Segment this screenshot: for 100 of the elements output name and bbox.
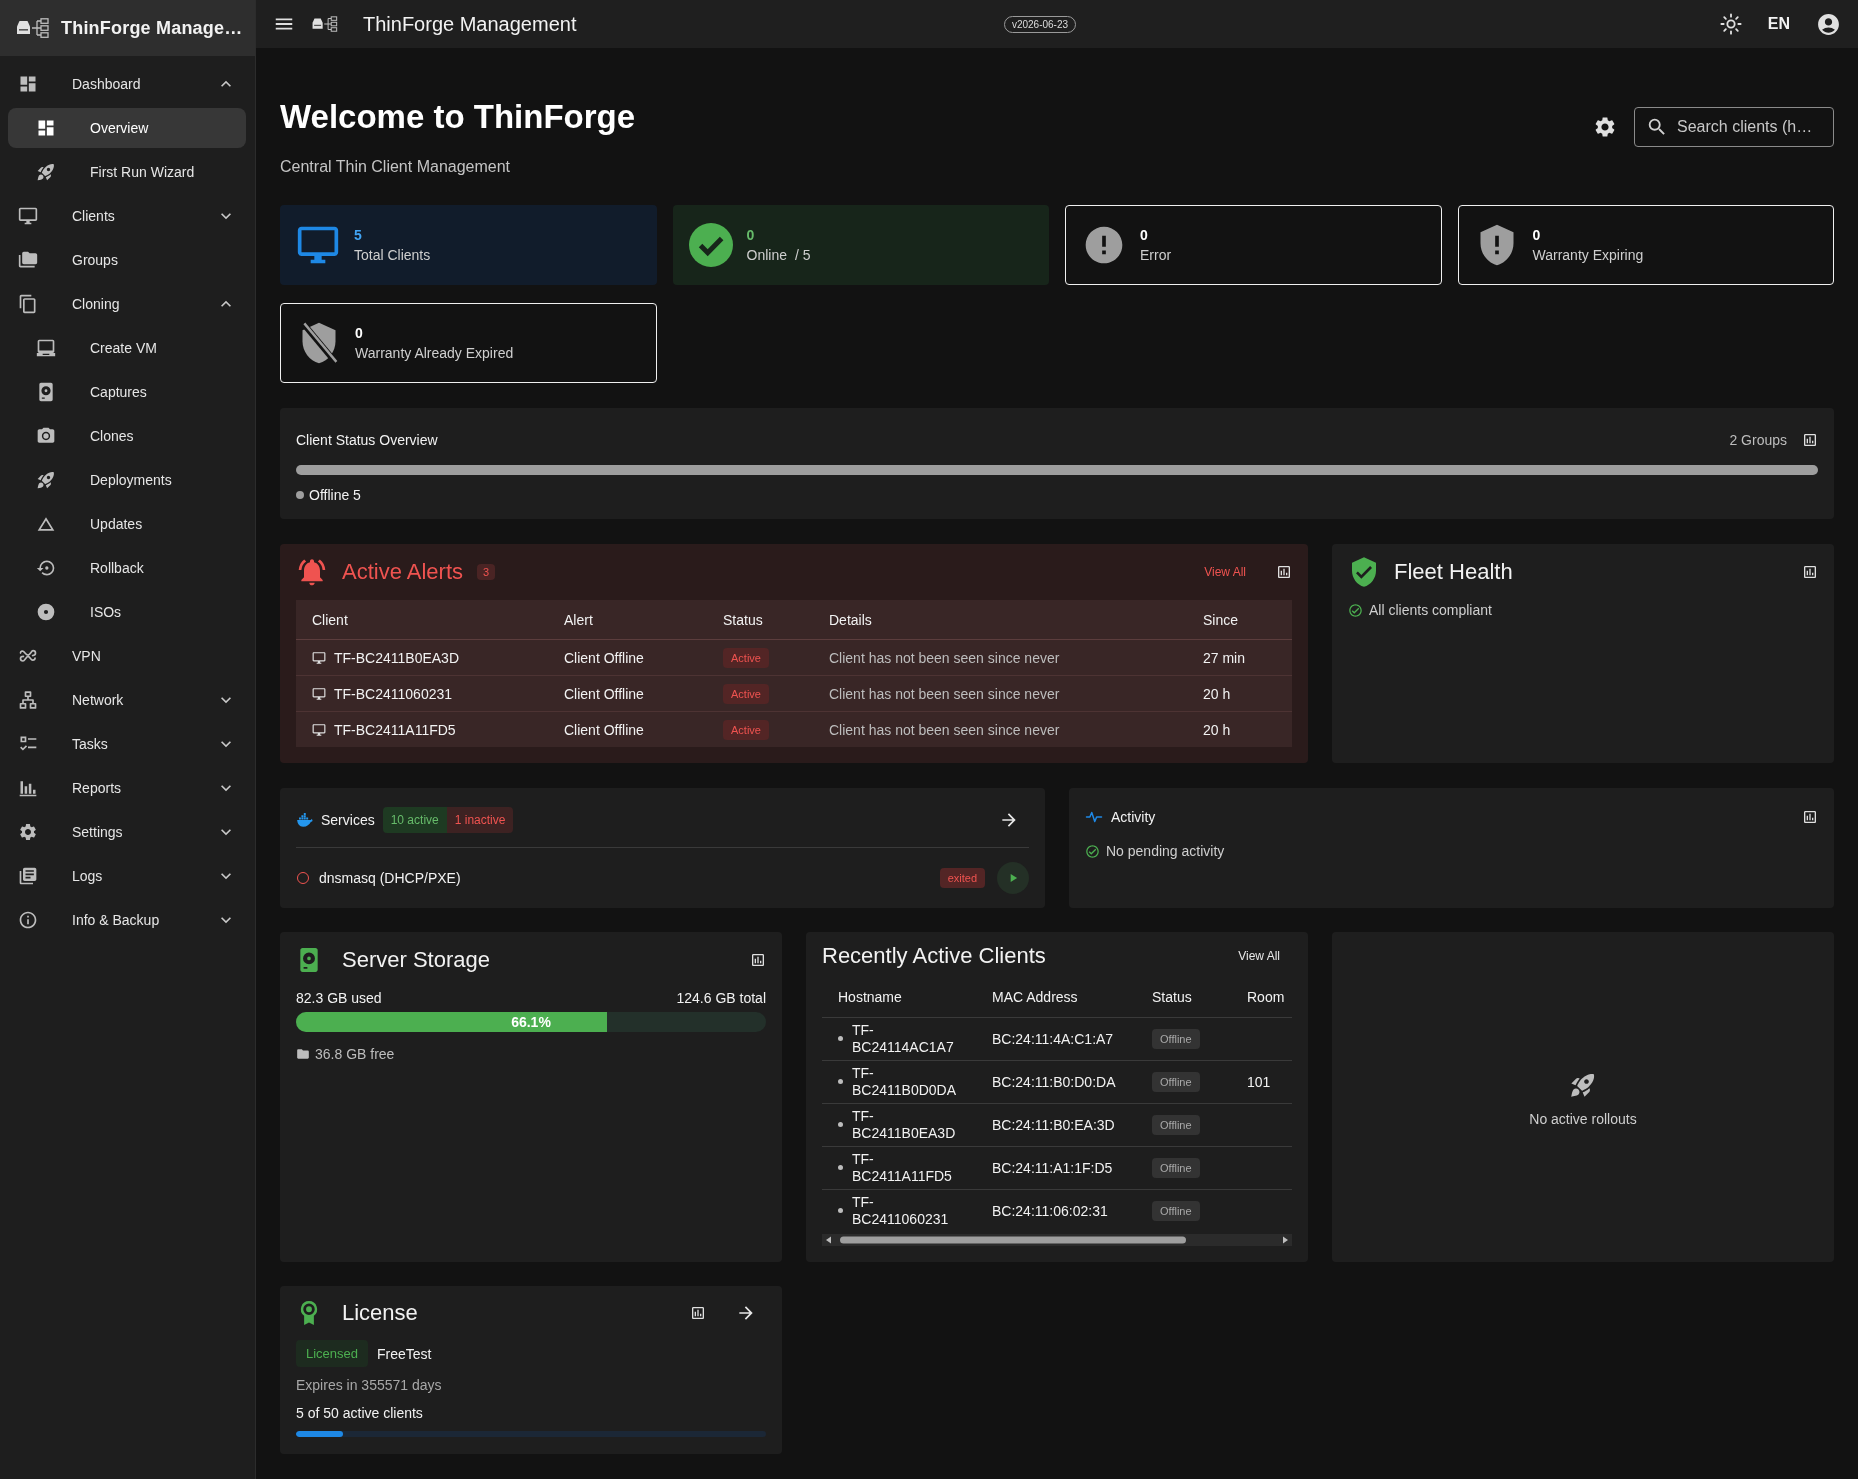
bar-chart-icon — [18, 778, 38, 798]
total-label: 124.6 GB total — [676, 990, 766, 1006]
empty-message: No active rollouts — [1529, 1110, 1637, 1127]
sidebar-item[interactable]: Logs — [8, 856, 246, 896]
panel-title: Active Alerts — [342, 559, 464, 585]
sidebar-item[interactable]: Tasks — [8, 724, 246, 764]
expiry-text: Expires in 355571 days — [296, 1375, 443, 1394]
sidebar-item[interactable]: VPN — [8, 636, 246, 676]
chart-icon[interactable] — [750, 952, 766, 968]
sidebar-item[interactable]: Reports — [8, 768, 246, 808]
camera-icon — [36, 426, 56, 446]
documents-icon — [18, 866, 38, 886]
panel-title: Server Storage — [342, 947, 490, 973]
panel-title: License — [342, 1299, 418, 1326]
sidebar-item[interactable]: Groups — [8, 240, 246, 280]
table-cell: 20 h — [1187, 711, 1292, 747]
panel-title: Client Status Overview — [296, 432, 438, 448]
sidebar-subitem[interactable]: First Run Wizard — [8, 152, 246, 192]
sidebar-subitem[interactable]: Overview — [8, 108, 246, 148]
table-cell: Client Offline — [548, 675, 707, 712]
table-cell: 27 min — [1187, 639, 1292, 676]
chart-icon[interactable] — [1802, 809, 1818, 825]
sun-icon[interactable] — [1719, 13, 1742, 35]
monitor-icon — [18, 206, 38, 226]
hostname: TF-BC2411B0D0DA — [852, 1064, 958, 1099]
status-message: No pending activity — [1106, 843, 1225, 859]
table-cell: 101 — [1231, 1060, 1292, 1103]
view-all-link[interactable]: View All — [1204, 565, 1246, 579]
network-icon — [18, 690, 38, 710]
stat-label: Warranty Already Expired — [355, 345, 514, 361]
panel-title: Fleet Health — [1394, 559, 1513, 585]
monitor-icon — [312, 686, 326, 701]
column-header: Client — [296, 600, 548, 640]
sidebar-item[interactable]: Cloning — [8, 284, 246, 324]
search-field[interactable]: Search clients (h… — [1634, 107, 1834, 147]
stat-label: Warranty Expiring — [1532, 247, 1644, 263]
rocket-icon — [36, 470, 56, 490]
monitor-icon — [312, 722, 326, 737]
status-chip: Offline — [1152, 1157, 1200, 1178]
active-count-chip: 10 active — [382, 806, 447, 833]
inactive-count-chip: 1 inactive — [446, 806, 514, 833]
license-status-chip: Licensed — [296, 1340, 369, 1367]
rocket-icon — [36, 162, 56, 182]
stat-label: Online — [746, 247, 787, 263]
sidebar-subitem[interactable]: Captures — [8, 372, 246, 412]
stat-value: 0 — [355, 325, 364, 341]
table-cell: Client Offline — [548, 639, 707, 676]
account-icon[interactable] — [1816, 11, 1841, 37]
hostname: TF-BC2411A11FD5 — [852, 1150, 953, 1185]
hard-drive-icon — [36, 382, 56, 402]
license-plan: FreeTest — [377, 1345, 432, 1362]
table-cell: BC:24:11:A1:1F:D5 — [976, 1146, 1136, 1189]
group-count: 2 Groups — [1729, 432, 1787, 448]
stat-label: Total Clients — [354, 247, 431, 263]
dashboard-icon — [18, 74, 38, 94]
hostname: TF-BC2411060231 — [852, 1193, 950, 1228]
stat-value: 5 — [354, 227, 363, 243]
table-cell: BC:24:11:B0:EA:3D — [976, 1103, 1136, 1146]
sidebar-item[interactable]: Network — [8, 680, 246, 720]
restore-icon — [36, 558, 56, 578]
table-cell: Client has not been seen since never — [813, 675, 1187, 712]
page-subtitle: Central Thin Client Management — [280, 157, 512, 177]
app-title: ThinForge Management — [363, 12, 577, 36]
play-button[interactable] — [997, 862, 1029, 894]
status-chip: Offline — [1152, 1114, 1200, 1135]
sidebar-item[interactable]: Dashboard — [8, 64, 246, 104]
sidebar-subitem[interactable]: Updates — [8, 504, 246, 544]
column-header: Since — [1187, 600, 1292, 640]
chart-icon[interactable] — [1802, 432, 1818, 448]
horizontal-scrollbar[interactable] — [822, 1233, 1292, 1246]
status-chip: Offline — [1152, 1071, 1200, 1092]
panel-title: Activity — [1111, 809, 1156, 825]
free-label: 36.8 GB free — [315, 1046, 395, 1062]
status-chip: Offline — [1152, 1028, 1200, 1049]
status-chip: Active — [723, 719, 769, 740]
sidebar-item[interactable]: Info & Backup — [8, 900, 246, 940]
sidebar-item[interactable]: Settings — [8, 812, 246, 852]
sidebar-subitem[interactable]: Create VM — [8, 328, 246, 368]
folders-icon — [18, 250, 38, 270]
chart-icon[interactable] — [690, 1304, 706, 1321]
chart-icon[interactable] — [1276, 564, 1292, 580]
usage-text: 5 of 50 active clients — [296, 1403, 424, 1422]
legend-label: Offline 5 — [309, 487, 361, 503]
table-cell: 20 h — [1187, 675, 1292, 712]
table-cell: BC:24:11:06:02:31 — [976, 1189, 1136, 1232]
client-name: TF-BC2411A11FD5 — [334, 721, 456, 738]
language-button[interactable]: EN — [1767, 15, 1790, 33]
table-cell: Client has not been seen since never — [813, 711, 1187, 747]
sidebar-subitem[interactable]: Deployments — [8, 460, 246, 500]
logo-icon — [15, 18, 51, 38]
chart-icon[interactable] — [1802, 564, 1818, 580]
view-all-link[interactable]: View All — [1238, 949, 1280, 963]
sidebar-subitem[interactable]: Rollback — [8, 548, 246, 588]
sidebar-item[interactable]: Clients — [8, 196, 246, 236]
sidebar-subitem[interactable]: ISOs — [8, 592, 246, 632]
stat-value: 0 — [1140, 227, 1149, 243]
stat-value: 0 — [1532, 227, 1542, 243]
settings-icon[interactable] — [1593, 115, 1617, 139]
sidebar-subitem[interactable]: Clones — [8, 416, 246, 456]
used-label: 82.3 GB used — [296, 990, 382, 1006]
